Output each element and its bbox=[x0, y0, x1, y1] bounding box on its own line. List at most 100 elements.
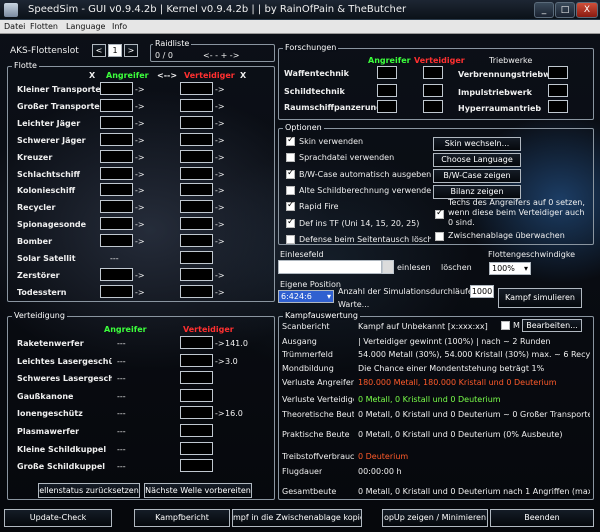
flotte-row-label: Spionagesonde bbox=[17, 220, 87, 229]
verteidigung-verteidiger-input[interactable] bbox=[180, 354, 213, 367]
optionen-checkbox[interactable] bbox=[286, 186, 295, 195]
techs-null-checkbox[interactable] bbox=[435, 208, 444, 219]
flotte-clear-defender[interactable]: X bbox=[240, 71, 246, 80]
wellenstatus-reset-button[interactable]: ellenstatus zurücksetzen bbox=[38, 483, 140, 498]
menu-datei[interactable]: Datei bbox=[4, 22, 25, 31]
flotte-verteidiger-input[interactable] bbox=[180, 183, 213, 196]
flotte-angreifer-input[interactable] bbox=[100, 234, 133, 247]
kampf-simulieren-button[interactable]: Kampf simulieren bbox=[498, 288, 582, 308]
verteidigung-verteidiger-header: Verteidiger bbox=[183, 325, 234, 334]
verteidigung-verteidiger-input[interactable] bbox=[180, 459, 213, 472]
flotte-verteidiger-input[interactable] bbox=[180, 167, 213, 180]
flotte-verteidiger-input[interactable] bbox=[180, 150, 213, 163]
kampfbericht-button[interactable]: Kampfbericht bbox=[134, 509, 230, 527]
forschung-verteidiger-input[interactable] bbox=[423, 84, 443, 97]
naechste-welle-button[interactable]: Nächste Welle vorbereiten bbox=[144, 483, 252, 498]
forschung-verteidiger-input[interactable] bbox=[423, 100, 443, 113]
flotte-arrow: -> bbox=[215, 85, 225, 94]
close-button[interactable]: X bbox=[576, 2, 598, 18]
zwischenablage-checkbox[interactable] bbox=[435, 232, 444, 241]
triebwerk-input[interactable] bbox=[548, 66, 568, 79]
forschung-angreifer-input[interactable] bbox=[377, 84, 397, 97]
triebwerk-input[interactable] bbox=[548, 84, 568, 97]
menu-info[interactable]: Info bbox=[112, 22, 127, 31]
update-check-button[interactable]: Update-Check bbox=[4, 509, 112, 527]
aks-next-button[interactable]: > bbox=[124, 44, 138, 57]
optionen-checkbox[interactable] bbox=[286, 217, 295, 228]
kampfauswertung-m-checkbox[interactable] bbox=[501, 321, 510, 330]
eigene-position-select[interactable]: 6:424:6 ▾ bbox=[278, 290, 334, 303]
skin-wechseln-button[interactable]: Skin wechseln... bbox=[433, 137, 521, 151]
flotte-verteidiger-input[interactable] bbox=[180, 234, 213, 247]
flotte-verteidiger-input[interactable] bbox=[180, 99, 213, 112]
flotte-angreifer-input[interactable] bbox=[100, 217, 133, 230]
raidliste-controls[interactable]: <- - + -> bbox=[203, 51, 239, 60]
beenden-button[interactable]: Beenden bbox=[490, 509, 594, 527]
flotte-angreifer-input[interactable] bbox=[100, 183, 133, 196]
flottengeschwindigkeit-select[interactable]: 100% ▾ bbox=[489, 262, 531, 275]
loeschen-button[interactable]: löschen bbox=[441, 263, 472, 272]
flotte-angreifer-input[interactable] bbox=[100, 285, 133, 298]
verteidigung-wave-value: 16.0 bbox=[225, 409, 243, 418]
forschung-angreifer-input[interactable] bbox=[377, 100, 397, 113]
verteidigung-verteidiger-input[interactable] bbox=[180, 389, 213, 402]
copy-to-clipboard-button[interactable]: mpf in die Zwischenablage kopieren bbox=[232, 509, 362, 527]
bearbeiten-button[interactable]: Bearbeiten... bbox=[522, 319, 582, 332]
flotte-arrow: -> bbox=[215, 186, 225, 195]
flotte-angreifer-input[interactable] bbox=[100, 150, 133, 163]
optionen-checkbox[interactable] bbox=[286, 153, 295, 162]
menu-flotten[interactable]: Flotten bbox=[30, 22, 58, 31]
menu-language[interactable]: Language bbox=[66, 22, 105, 31]
flotte-angreifer-input[interactable] bbox=[100, 133, 133, 146]
flotte-arrow: -> bbox=[135, 186, 145, 195]
kampfauswertung-value: | Verteidiger gewinnt (100%) | nach ~ 2 … bbox=[358, 337, 551, 346]
forschung-verteidiger-input[interactable] bbox=[423, 66, 443, 79]
verteidigung-verteidiger-input[interactable] bbox=[180, 336, 213, 349]
minimize-button[interactable]: _ bbox=[534, 2, 554, 18]
verteidigung-row-label: Schweres Lasergeschütz bbox=[17, 374, 112, 383]
verteidigung-verteidiger-input[interactable] bbox=[180, 371, 213, 384]
flotte-verteidiger-input[interactable] bbox=[180, 217, 213, 230]
bilanz-zeigen-button[interactable]: Bilanz zeigen bbox=[433, 185, 521, 199]
optionen-checkbox[interactable] bbox=[286, 168, 295, 179]
verteidigung-angreifer-dash: --- bbox=[117, 357, 126, 366]
flotte-angreifer-input[interactable] bbox=[100, 82, 133, 95]
choose-language-button[interactable]: Choose Language bbox=[433, 153, 521, 167]
triebwerk-input[interactable] bbox=[548, 100, 568, 113]
flotte-angreifer-input[interactable] bbox=[100, 167, 133, 180]
flotte-angreifer-input[interactable] bbox=[100, 116, 133, 129]
flotte-verteidiger-input[interactable] bbox=[180, 285, 213, 298]
verteidigung-verteidiger-input[interactable] bbox=[180, 406, 213, 419]
flotte-swap-button[interactable]: <--> bbox=[157, 71, 177, 80]
flotte-verteidiger-input[interactable] bbox=[180, 200, 213, 213]
aks-slot-input[interactable]: 1 bbox=[108, 44, 122, 57]
flotte-angreifer-input[interactable] bbox=[100, 268, 133, 281]
verteidigung-verteidiger-input[interactable] bbox=[180, 442, 213, 455]
flotte-angreifer-input[interactable] bbox=[100, 99, 133, 112]
flotte-title: Flotte bbox=[12, 61, 39, 70]
einlesefeld-scrollbar[interactable] bbox=[382, 260, 394, 274]
flotte-verteidiger-input[interactable] bbox=[180, 133, 213, 146]
kampfauswertung-value: 0 Metall, 0 Kristall und 0 Deuterium ~ 0… bbox=[358, 410, 590, 419]
optionen-checkbox[interactable] bbox=[286, 200, 295, 211]
optionen-checkbox[interactable] bbox=[286, 135, 295, 146]
flotte-verteidiger-input[interactable] bbox=[180, 116, 213, 129]
flotte-angreifer-input[interactable] bbox=[100, 200, 133, 213]
verteidigung-arrow: -> bbox=[215, 357, 225, 366]
bw-case-zeigen-button[interactable]: B/W-Case zeigen bbox=[433, 169, 521, 183]
einlesen-button[interactable]: einlesen bbox=[397, 263, 431, 272]
forschung-angreifer-input[interactable] bbox=[377, 66, 397, 79]
verteidigung-verteidiger-input[interactable] bbox=[180, 424, 213, 437]
flotte-verteidiger-input[interactable] bbox=[180, 268, 213, 281]
aks-prev-button[interactable]: < bbox=[92, 44, 106, 57]
maximize-button[interactable]: □ bbox=[555, 2, 575, 18]
einlesefeld-input[interactable] bbox=[278, 260, 382, 274]
triebwerk-label: Verbrennungstriebw bbox=[458, 70, 551, 79]
flotte-verteidiger-input[interactable] bbox=[180, 251, 213, 264]
popup-toggle-button[interactable]: opUp zeigen / Minimieren bbox=[382, 509, 488, 527]
flotte-arrow: -> bbox=[135, 237, 145, 246]
optionen-checkbox[interactable] bbox=[286, 235, 295, 244]
flotte-verteidiger-input[interactable] bbox=[180, 82, 213, 95]
flotte-clear-attacker[interactable]: X bbox=[89, 71, 95, 80]
simulationsdurchlaeufe-input[interactable]: 1000 bbox=[470, 285, 494, 298]
